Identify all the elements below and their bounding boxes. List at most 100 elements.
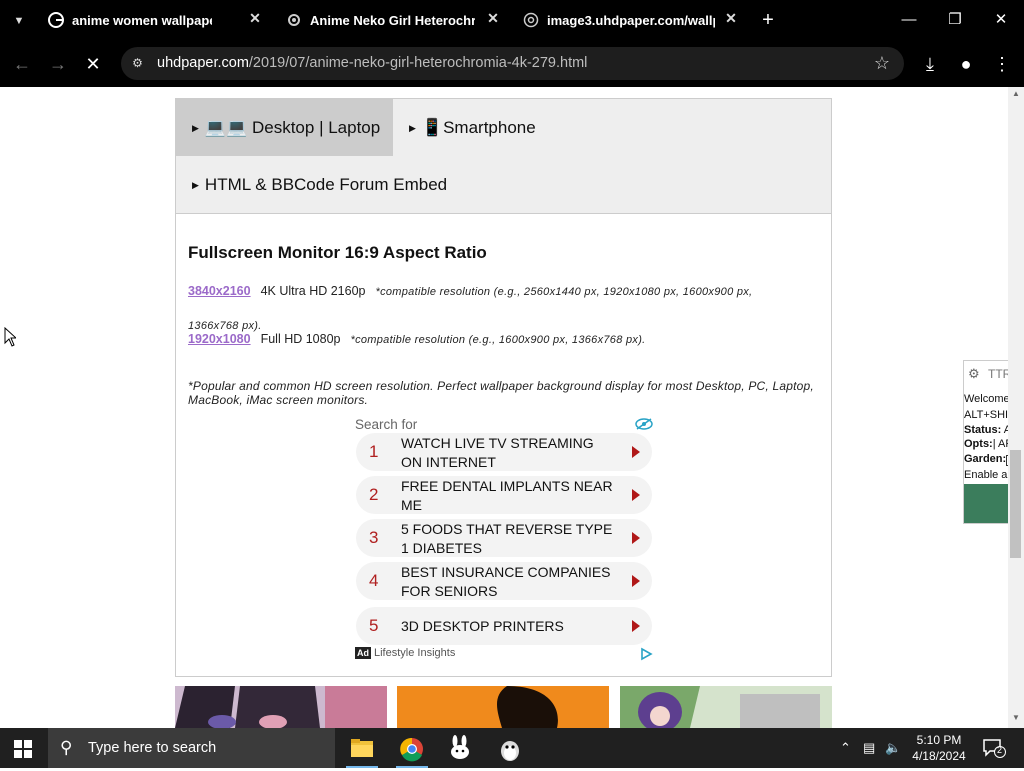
download-icon[interactable]: ⤓ [918,52,942,76]
scroll-up-arrow-icon[interactable]: ▲ [1010,89,1022,101]
tab-search-chevron-icon[interactable]: ▼ [8,10,30,32]
scroll-down-arrow-icon[interactable]: ▼ [1010,713,1022,725]
ad-item-number: 1 [369,442,379,461]
bunny-icon [451,735,469,759]
chrome-icon[interactable] [392,732,432,768]
ad-search-for-label: Search for [355,417,418,432]
ad-item-5[interactable]: 5 3D Desktop Printers [356,607,652,645]
tab-anime-neko-girl[interactable]: Anime Neko Girl Heterochrom ✕ [286,6,508,35]
ad-item-3[interactable]: 3 5 Foods That Reverse Type 1 Diabetes [356,519,652,557]
app-bunny-icon[interactable] [440,732,480,768]
network-icon[interactable]: ▤ [863,740,875,756]
device-tabs: ▶ 💻💻 Desktop | Laptop ▶ 📱Smartphone ▶ HTML … [176,99,831,214]
resolution-note: *compatible resolution (e.g., 1600x900 p… [350,334,646,346]
new-tab-plus-icon[interactable]: + [758,10,778,30]
tab-title: anime women wallpaper neko [72,13,212,28]
play-arrow-icon [632,489,640,501]
forward-arrow-icon[interactable]: → [46,52,70,76]
uhdpaper-favicon-icon [288,14,300,26]
play-arrow-icon [632,620,640,632]
bookmark-star-icon[interactable]: ☆ [874,53,890,73]
ad-footer: Ad Lifestyle Insights [355,647,455,659]
url-path: /2019/07/anime-neko-girl-heterochromia-4… [248,55,588,71]
file-explorer-icon[interactable] [342,732,382,768]
volume-muted-icon[interactable]: 🔈 [885,740,901,756]
clock-time: 5:10 PM [916,733,962,747]
resolution-row-fhd: 1920x1080 Full HD 1080p *compatible resolu… [188,332,646,346]
chrome-logo-icon [400,737,423,762]
eye-icon[interactable] [635,417,653,431]
tab-anime-women-wallpaper[interactable]: anime women wallpaper neko ✕ [48,6,270,35]
resolution-note: *compatible resolution (e.g., 2560x1440 … [375,286,753,298]
back-arrow-icon[interactable]: ← [10,52,34,76]
play-arrow-icon [632,446,640,458]
clock-date: 4/18/2024 [912,749,966,763]
folder-icon [351,739,373,757]
notification-center-icon[interactable]: 2 [982,738,1006,758]
ad-sponsor[interactable]: Lifestyle Insights [374,647,455,659]
tab-label: HTML & BBCode Forum Embed [204,175,448,194]
tab-desktop-laptop[interactable]: ▶ 💻💻 Desktop | Laptop [176,99,393,156]
taskbar-clock[interactable]: 5:10 PM 4/18/2024 [905,732,973,764]
anime-purple-hair-thumbnail-image [620,686,832,728]
notification-count: 2 [997,745,1003,755]
minimize-icon[interactable]: — [899,10,919,30]
taskbar-search-box[interactable]: ⚲ Type here to search [48,728,335,768]
page-scrollbar[interactable] [1008,87,1024,728]
windows-start-icon[interactable] [14,740,32,758]
ad-item-number: 2 [369,485,379,504]
ad-item-number: 3 [369,528,379,547]
tab-label: 💻💻 Desktop | Laptop [204,118,381,137]
resolution-desc: Full HD 1080p [260,332,341,346]
stop-loading-icon[interactable]: ✕ [81,52,105,76]
browser-tab-strip: ▼ anime women wallpaper neko ✕ Anime Nek… [0,0,1024,41]
ad-badge: Ad [355,647,371,659]
app-penguin-icon[interactable] [490,732,530,768]
resolution-desc: 4K Ultra HD 2160p [260,284,366,298]
tab-html-bbcode-embed[interactable]: ▶ HTML & BBCode Forum Embed [176,156,476,213]
resolution-link-3840x2160[interactable]: 3840x2160 [188,284,251,298]
url-host: uhdpaper.com [157,55,249,71]
ad-item-1[interactable]: 1 Watch Live TV Streaming on Internet [356,433,652,471]
popular-resolution-note: *Popular and common HD screen resolution… [188,379,814,407]
ad-item-2[interactable]: 2 Free Dental Implants Near Me [356,476,652,514]
ttr-garden-label: Garden: [964,453,1007,465]
wallpaper-thumbnail[interactable] [397,686,609,728]
site-info-icon[interactable]: ⚙ [129,55,146,72]
search-icon: ⚲ [60,738,73,757]
url-text[interactable]: uhdpaper.com/2019/07/anime-neko-girl-het… [157,55,587,71]
ad-item-text: 5 Foods That Reverse Type 1 Diabetes [401,521,613,556]
triangle-right-icon: ▶ [192,180,199,190]
restore-icon[interactable]: ❐ [945,10,965,30]
ad-item-text: Best Insurance Companies for Seniors [401,564,611,599]
scrollbar-thumb[interactable] [1010,450,1021,558]
penguin-icon [501,741,519,761]
page-viewport: ▶ 💻💻 Desktop | Laptop ▶ 📱Smartphone ▶ HTML … [0,87,1024,728]
address-bar[interactable]: ⚙ uhdpaper.com/2019/07/anime-neko-girl-h… [121,47,904,80]
close-tab-icon[interactable]: ✕ [247,10,263,26]
ad-item-text: Free Dental Implants Near Me [401,478,613,513]
close-tab-icon[interactable]: ✕ [485,10,501,26]
profile-icon[interactable]: ● [954,52,978,76]
wallpaper-thumbnail[interactable] [175,686,387,728]
google-icon [48,12,64,28]
triangle-right-icon: ▶ [192,123,199,133]
tab-image3-uhdpaper[interactable]: image3.uhdpaper.com/wallpap ✕ [523,6,745,35]
browser-toolbar: ← → ✕ ⚙ uhdpaper.com/2019/07/anime-neko-… [0,41,1024,87]
close-tab-icon[interactable]: ✕ [723,10,739,26]
wallpaper-thumbnail[interactable] [620,686,832,728]
menu-kebab-icon[interactable]: ⋮ [990,52,1014,76]
tab-label: 📱Smartphone [421,118,536,137]
adchoices-icon[interactable] [639,647,653,661]
ttr-logo-icon: ⚙ [968,366,980,381]
tab-title: Anime Neko Girl Heterochrom [310,13,475,28]
chat-bubble-icon [983,739,1006,758]
ttr-opts-label: Opts: [964,438,993,450]
play-arrow-icon [632,575,640,587]
ad-item-4[interactable]: 4 Best Insurance Companies for Seniors [356,562,652,600]
resolution-link-1920x1080[interactable]: 1920x1080 [188,332,251,346]
close-window-icon[interactable]: ✕ [991,10,1011,30]
tab-smartphone[interactable]: ▶ 📱Smartphone [393,99,553,156]
tray-chevron-up-icon[interactable]: ⌃ [840,740,851,756]
ttr-status-label: Status: [964,424,1002,436]
